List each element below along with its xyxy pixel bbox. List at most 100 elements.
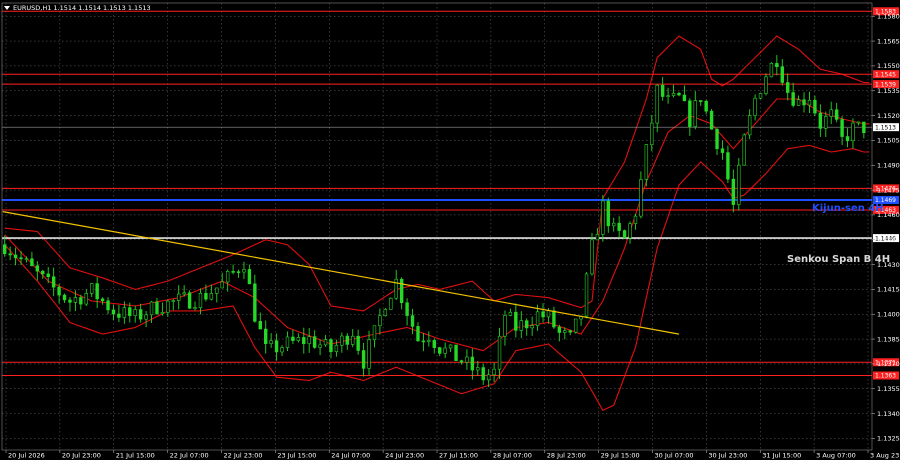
candle-body (443, 347, 447, 354)
candle-body (438, 347, 442, 354)
candle-body (769, 63, 774, 78)
candle-body (30, 258, 34, 267)
candle-body (84, 293, 88, 305)
senkou-span-b-label: Senkou Span B 4H (787, 254, 890, 265)
x-tick-label: 30 Jul 07:00 (655, 452, 694, 460)
candle-body (410, 315, 415, 327)
candle-body (318, 344, 322, 348)
x-tick-label: 28 Jul 07:00 (493, 452, 532, 460)
candle-body (220, 281, 224, 289)
candle-body (258, 321, 262, 330)
candle-body (552, 310, 556, 328)
y-tick-label: 1.1490 (877, 162, 900, 170)
x-tick-label: 20 Jul 23:00 (62, 452, 101, 460)
candle-body (117, 313, 121, 318)
candle-body (280, 347, 284, 353)
chart-background (0, 0, 900, 460)
x-tick-label: 27 Jul 15:00 (439, 452, 478, 460)
candle-body (155, 301, 159, 314)
candle-body (334, 345, 339, 352)
candle-body (215, 287, 219, 294)
candle-body (666, 95, 670, 97)
candle-body (133, 309, 137, 316)
candle-body (758, 93, 763, 99)
candle-body (3, 244, 7, 255)
candle-body (111, 309, 116, 315)
candle-body (682, 94, 687, 102)
candle-body (737, 164, 741, 205)
candle-body (747, 115, 752, 136)
candle-body (432, 340, 436, 348)
candle-body (79, 297, 83, 305)
candle-body (824, 116, 828, 129)
candle-body (677, 92, 681, 96)
x-tick-label: 28 Jul 23:00 (547, 452, 586, 460)
candle-body (372, 325, 377, 341)
candle-body (323, 339, 328, 346)
candle-body (73, 297, 78, 303)
candle-body (351, 335, 355, 345)
candle-body (639, 179, 643, 217)
candle-body (296, 337, 301, 341)
candle-body (633, 215, 638, 224)
candle-body (563, 330, 567, 333)
candle-body (503, 315, 507, 337)
x-tick-label: 30 Jul 23:00 (708, 452, 747, 460)
candle-body (361, 350, 366, 369)
candle-body (699, 100, 703, 102)
candle-body (465, 356, 469, 363)
candle-body (144, 314, 148, 320)
candle-body (264, 328, 268, 344)
candle-body (834, 109, 839, 120)
candle-body (225, 271, 230, 283)
candle-body (786, 82, 790, 93)
candle-body (253, 283, 257, 322)
candle-body (427, 340, 431, 342)
candle-body (612, 222, 616, 227)
candle-body (269, 340, 273, 344)
candle-body (51, 276, 56, 288)
candle-body (166, 300, 170, 313)
candle-body (802, 99, 806, 106)
candle-body (601, 200, 605, 235)
candle-body (35, 265, 40, 272)
candle-body (13, 254, 18, 259)
x-tick-label: 24 Jul 23:00 (385, 452, 424, 460)
candle-body (383, 309, 388, 317)
x-tick-label: 3 Aug 07:00 (816, 452, 856, 460)
candle-body (671, 92, 676, 96)
candle-body (8, 253, 12, 256)
candle-body (590, 239, 594, 275)
candle-body (399, 278, 404, 304)
candle-body (650, 122, 654, 145)
candle-body (546, 310, 551, 318)
y-tick-label: 1.1400 (877, 311, 900, 319)
x-tick-label: 23 Jul 15:00 (277, 452, 316, 460)
chart-title: EURUSD,H1 1.1514 1.1514 1.1513 1.1513 (13, 4, 151, 12)
x-tick-label: 31 Jul 15:00 (762, 452, 801, 460)
candle-body (715, 128, 719, 150)
candle-body (573, 318, 578, 333)
candle-body (584, 273, 589, 317)
candle-body (57, 286, 61, 296)
candle-body (541, 311, 545, 318)
chart-root: 1.1583 1.1545 1.1539 1.1476 1.1463 1.1469 1.14… (0, 0, 900, 460)
y-tick-label: 1.1475 (877, 186, 900, 194)
x-tick-label: 22 Jul 07:00 (170, 452, 209, 460)
candle-body (285, 336, 290, 348)
candle-body (454, 344, 458, 361)
candle-body (448, 344, 453, 349)
candle-body (421, 340, 426, 343)
candle-body (177, 293, 181, 301)
candle-body (187, 292, 192, 309)
candle-body (302, 337, 306, 345)
price-level-tag-text: 1.1363 (875, 373, 896, 380)
candle-body (791, 92, 795, 106)
candle-body (845, 136, 850, 142)
candle-body (568, 330, 572, 333)
candle-body (307, 336, 311, 345)
candle-body (405, 302, 409, 316)
candle-body (644, 144, 649, 180)
y-tick-label: 1.1370 (877, 360, 900, 368)
x-tick-label: 24 Jul 07:00 (331, 452, 370, 460)
